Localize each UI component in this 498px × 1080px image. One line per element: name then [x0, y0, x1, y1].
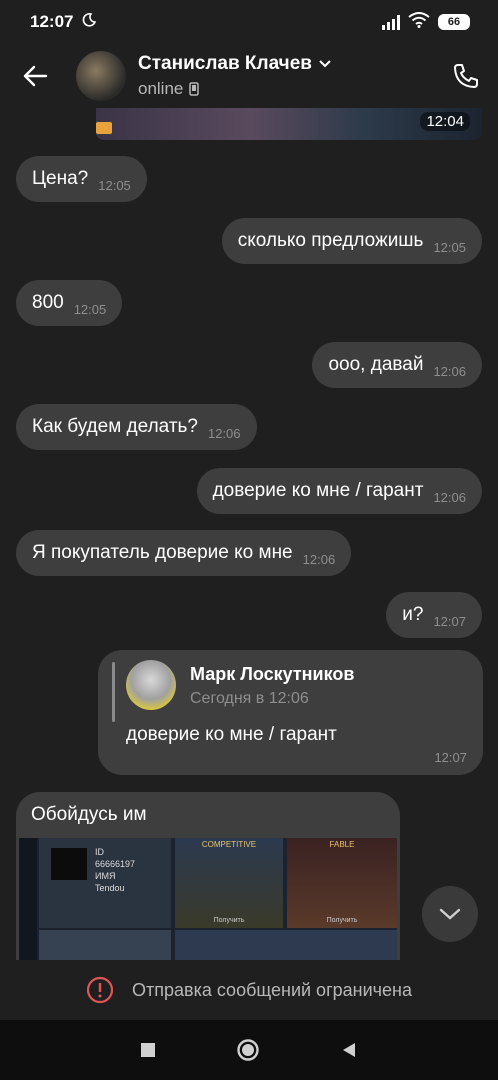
message-incoming[interactable]: Цена? 12:05	[16, 156, 147, 202]
message-time: 12:07	[433, 613, 466, 629]
messaging-restricted-bar: Отправка сообщений ограничена	[0, 960, 498, 1020]
message-outgoing-reply[interactable]: Марк Лоскутников Сегодня в 12:06 доверие…	[98, 650, 483, 775]
message-outgoing[interactable]: сколько предложишь 12:05	[221, 218, 482, 264]
message-time: 12:05	[98, 177, 131, 193]
message-text: Я покупатель доверие ко мне	[32, 542, 293, 563]
game-profile-panel: ID 66666197 ИМЯ Tendou	[39, 838, 171, 928]
warning-icon	[86, 976, 114, 1004]
quoted-author: Марк Лоскутников	[190, 664, 355, 684]
card-button: Получить	[213, 917, 245, 924]
message-time: 12:06	[302, 551, 336, 567]
back-arrow-icon	[23, 65, 48, 87]
message-outgoing[interactable]: доверие ко мне / гарант 12:06	[196, 468, 482, 514]
profile-name-label: ИМЯ	[95, 871, 116, 881]
battery-icon: 66	[438, 14, 470, 30]
profile-id-label: ID	[95, 847, 104, 857]
screenshot-image[interactable]: ID 66666197 ИМЯ Tendou COMPETITIVE Получ…	[19, 838, 397, 962]
game-sidebar	[19, 838, 37, 962]
home-icon[interactable]	[236, 1038, 260, 1062]
profile-name-value: Tendou	[95, 883, 125, 893]
wifi-icon	[408, 11, 430, 33]
message-text: доверие ко мне / гарант	[212, 480, 424, 501]
message-text: Цена?	[32, 168, 89, 189]
message-time: 12:07	[434, 750, 467, 765]
message-incoming-photo[interactable]: Обойдусь им ID 66666197 ИМЯ Tendou COMPE…	[16, 792, 400, 962]
quote-bar	[112, 662, 115, 722]
message-outgoing[interactable]: ооо, давай 12:06	[312, 342, 482, 388]
mail-icon	[96, 122, 112, 134]
message-time: 12:05	[433, 239, 466, 255]
game-card-fable: FABLE Получить	[287, 838, 397, 928]
status-bar: 12:07 66	[0, 0, 498, 44]
system-nav-bar	[0, 1020, 498, 1080]
game-bottom-panel	[175, 930, 397, 962]
message-text: ооо, давай	[328, 354, 424, 375]
back-triangle-icon[interactable]	[340, 1041, 358, 1059]
game-profile-picture	[51, 848, 87, 880]
quoted-author-avatar	[126, 660, 176, 710]
message-text: доверие ко мне / гарант	[126, 724, 337, 745]
contact-info[interactable]: Станислав Клачев online	[138, 53, 434, 99]
chevron-down-icon	[439, 908, 461, 920]
quoted-date: Сегодня в 12:06	[190, 690, 309, 707]
card-button: Получить	[326, 917, 358, 924]
message-time: 12:06	[433, 489, 466, 505]
message-text: Обойдусь им	[31, 804, 147, 825]
signal-icon	[382, 14, 400, 30]
scroll-down-button[interactable]	[422, 886, 478, 942]
back-button[interactable]	[0, 44, 70, 108]
message-time: 12:05	[73, 301, 107, 317]
contact-status: online	[138, 79, 184, 98]
message-time: 12:06	[207, 425, 241, 441]
recents-icon[interactable]	[140, 1042, 156, 1058]
mobile-icon	[189, 82, 200, 96]
call-button[interactable]	[434, 44, 498, 108]
message-text: сколько предложишь	[237, 230, 424, 251]
card-title: COMPETITIVE	[201, 840, 257, 849]
message-outgoing[interactable]: и? 12:07	[386, 592, 482, 638]
game-friends-panel	[39, 930, 171, 962]
phone-icon	[454, 64, 478, 88]
message-incoming[interactable]: 800 12:05	[16, 280, 123, 326]
chevron-down-icon	[319, 60, 331, 68]
contact-name: Станислав Клачев	[138, 53, 312, 74]
message-text: Как будем делать?	[32, 416, 198, 437]
message-time: 12:06	[433, 363, 466, 379]
previous-image-message[interactable]: 12:04	[96, 108, 482, 140]
message-time: 12:04	[420, 112, 470, 131]
restricted-text: Отправка сообщений ограничена	[132, 979, 412, 1000]
message-text: 800	[32, 292, 64, 313]
moon-icon	[81, 12, 97, 33]
message-incoming[interactable]: Как будем делать? 12:06	[16, 404, 257, 450]
game-card-competitive: COMPETITIVE Получить	[175, 838, 283, 928]
chat-header: Станислав Клачев online	[0, 44, 498, 108]
profile-id-value: 66666197	[95, 859, 136, 869]
clock: 12:07	[30, 12, 74, 31]
message-text: и?	[402, 604, 424, 625]
message-incoming[interactable]: Я покупатель доверие ко мне 12:06	[16, 530, 352, 576]
card-title: FABLE	[329, 840, 355, 849]
contact-avatar[interactable]	[76, 51, 126, 101]
